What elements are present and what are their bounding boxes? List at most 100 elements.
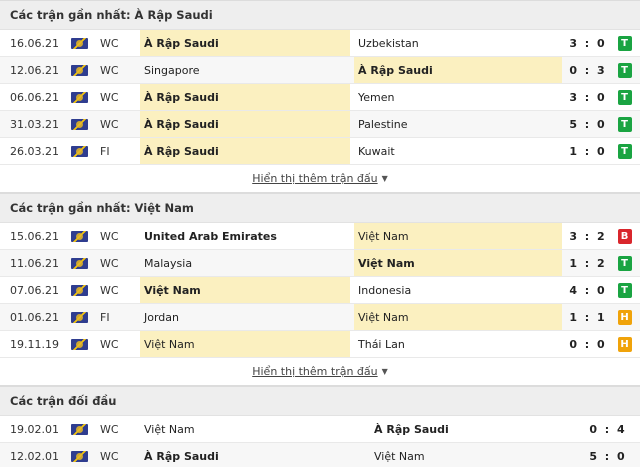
match-date: 19.02.01 <box>10 422 59 436</box>
competition-code: WC <box>100 90 119 104</box>
match-date: 15.06.21 <box>10 229 59 243</box>
match-date: 06.06.21 <box>10 90 59 104</box>
away-team[interactable]: Kuwait <box>354 138 562 164</box>
match-score: 3 : 2 <box>569 229 607 243</box>
table-row[interactable]: 26.03.21 FI À Rập Saudi Kuwait 1 : 0 T <box>0 138 640 165</box>
result-badge: T <box>617 277 632 303</box>
table-row[interactable]: 16.06.21 WC À Rập Saudi Uzbekistan 3 : 0… <box>0 30 640 57</box>
table-row[interactable]: 31.03.21 WC À Rập Saudi Palestine 5 : 0 … <box>0 111 640 138</box>
competition-flag-icon <box>70 138 88 164</box>
table-row[interactable]: 19.02.01 WC Việt Nam À Rập Saudi 0 : 4 <box>0 416 640 443</box>
away-team[interactable]: À Rập Saudi <box>354 57 562 83</box>
show-more-label: Hiển thị thêm trận đấu <box>252 172 378 185</box>
competition-flag-icon <box>70 84 88 110</box>
home-team[interactable]: À Rập Saudi <box>140 111 350 137</box>
competition-flag-icon <box>70 30 88 56</box>
result-badge: H <box>617 331 632 357</box>
show-more-matches-link[interactable]: Hiển thị thêm trận đấu ▼ <box>252 172 388 185</box>
competition-code: WC <box>100 422 119 436</box>
match-score: 4 : 0 <box>569 283 607 297</box>
away-team[interactable]: Việt Nam <box>354 250 562 276</box>
match-date: 31.03.21 <box>10 117 59 131</box>
result-badge: T <box>617 250 632 276</box>
home-team[interactable]: Việt Nam <box>140 331 350 357</box>
home-team[interactable]: Singapore <box>140 57 350 83</box>
competition-flag-icon <box>70 57 88 83</box>
competition-code: WC <box>100 229 119 243</box>
match-date: 11.06.21 <box>10 256 59 270</box>
show-more-matches-link[interactable]: Hiển thị thêm trận đấu ▼ <box>252 365 388 378</box>
away-team[interactable]: Việt Nam <box>354 223 562 249</box>
table-row[interactable]: 06.06.21 WC À Rập Saudi Yemen 3 : 0 T <box>0 84 640 111</box>
away-team[interactable]: Việt Nam <box>354 304 562 330</box>
table-row[interactable]: 12.02.01 WC À Rập Saudi Việt Nam 5 : 0 <box>0 443 640 467</box>
caret-down-icon: ▼ <box>381 367 388 376</box>
competition-flag-icon <box>70 304 88 330</box>
match-date: 16.06.21 <box>10 36 59 50</box>
recent-matches-saudi-section: Các trận gần nhất: À Rập Saudi 16.06.21 … <box>0 0 640 193</box>
match-date: 07.06.21 <box>10 283 59 297</box>
result-badge: T <box>617 30 632 56</box>
table-row[interactable]: 01.06.21 FI Jordan Việt Nam 1 : 1 H <box>0 304 640 331</box>
result-badge: B <box>617 223 632 249</box>
match-history-page: Các trận gần nhất: À Rập Saudi 16.06.21 … <box>0 0 640 467</box>
competition-code: WC <box>100 337 119 351</box>
table-row[interactable]: 15.06.21 WC United Arab Emirates Việt Na… <box>0 223 640 250</box>
away-team[interactable]: Uzbekistan <box>354 30 562 56</box>
result-badge: T <box>617 57 632 83</box>
show-more-row: Hiển thị thêm trận đấu ▼ <box>0 358 640 386</box>
show-more-label: Hiển thị thêm trận đấu <box>252 365 378 378</box>
match-score: 3 : 0 <box>569 90 607 104</box>
match-score: 1 : 2 <box>569 256 607 270</box>
section-title: Các trận đối đầu <box>0 386 640 416</box>
away-team[interactable]: Thái Lan <box>354 331 562 357</box>
home-team[interactable]: Jordan <box>140 304 350 330</box>
home-team[interactable]: À Rập Saudi <box>140 443 350 467</box>
competition-flag-icon <box>70 250 88 276</box>
match-score: 5 : 0 <box>569 117 607 131</box>
table-row[interactable]: 19.11.19 WC Việt Nam Thái Lan 0 : 0 H <box>0 331 640 358</box>
competition-flag-icon <box>70 111 88 137</box>
result-badge: T <box>617 138 632 164</box>
competition-code: WC <box>100 283 119 297</box>
match-date: 01.06.21 <box>10 310 59 324</box>
match-score: 5 : 0 <box>589 449 627 463</box>
away-team[interactable]: Indonesia <box>354 277 562 303</box>
competition-code: FI <box>100 144 110 158</box>
table-row[interactable]: 11.06.21 WC Malaysia Việt Nam 1 : 2 T <box>0 250 640 277</box>
competition-code: WC <box>100 63 119 77</box>
match-score: 0 : 4 <box>589 422 627 436</box>
match-score: 1 : 0 <box>569 144 607 158</box>
home-team[interactable]: À Rập Saudi <box>140 84 350 110</box>
home-team[interactable]: United Arab Emirates <box>140 223 350 249</box>
result-badge: T <box>617 84 632 110</box>
competition-code: WC <box>100 36 119 50</box>
away-team[interactable]: Việt Nam <box>370 443 578 467</box>
away-team[interactable]: Palestine <box>354 111 562 137</box>
competition-flag-icon <box>70 223 88 249</box>
match-date: 19.11.19 <box>10 337 59 351</box>
home-team[interactable]: À Rập Saudi <box>140 138 350 164</box>
match-score: 0 : 0 <box>569 337 607 351</box>
section-title: Các trận gần nhất: Việt Nam <box>0 193 640 223</box>
match-date: 12.02.01 <box>10 449 59 463</box>
home-team[interactable]: Việt Nam <box>140 277 350 303</box>
home-team[interactable]: Malaysia <box>140 250 350 276</box>
competition-code: WC <box>100 117 119 131</box>
away-team[interactable]: Yemen <box>354 84 562 110</box>
table-row[interactable]: 12.06.21 WC Singapore À Rập Saudi 0 : 3 … <box>0 57 640 84</box>
away-team[interactable]: À Rập Saudi <box>370 416 578 442</box>
competition-code: WC <box>100 449 119 463</box>
result-badge: H <box>617 304 632 330</box>
home-team[interactable]: À Rập Saudi <box>140 30 350 56</box>
competition-code: WC <box>100 256 119 270</box>
result-badge: T <box>617 111 632 137</box>
show-more-row: Hiển thị thêm trận đấu ▼ <box>0 165 640 193</box>
match-date: 26.03.21 <box>10 144 59 158</box>
match-date: 12.06.21 <box>10 63 59 77</box>
home-team[interactable]: Việt Nam <box>140 416 350 442</box>
table-row[interactable]: 07.06.21 WC Việt Nam Indonesia 4 : 0 T <box>0 277 640 304</box>
match-score: 0 : 3 <box>569 63 607 77</box>
competition-flag-icon <box>70 416 88 442</box>
competition-flag-icon <box>70 331 88 357</box>
